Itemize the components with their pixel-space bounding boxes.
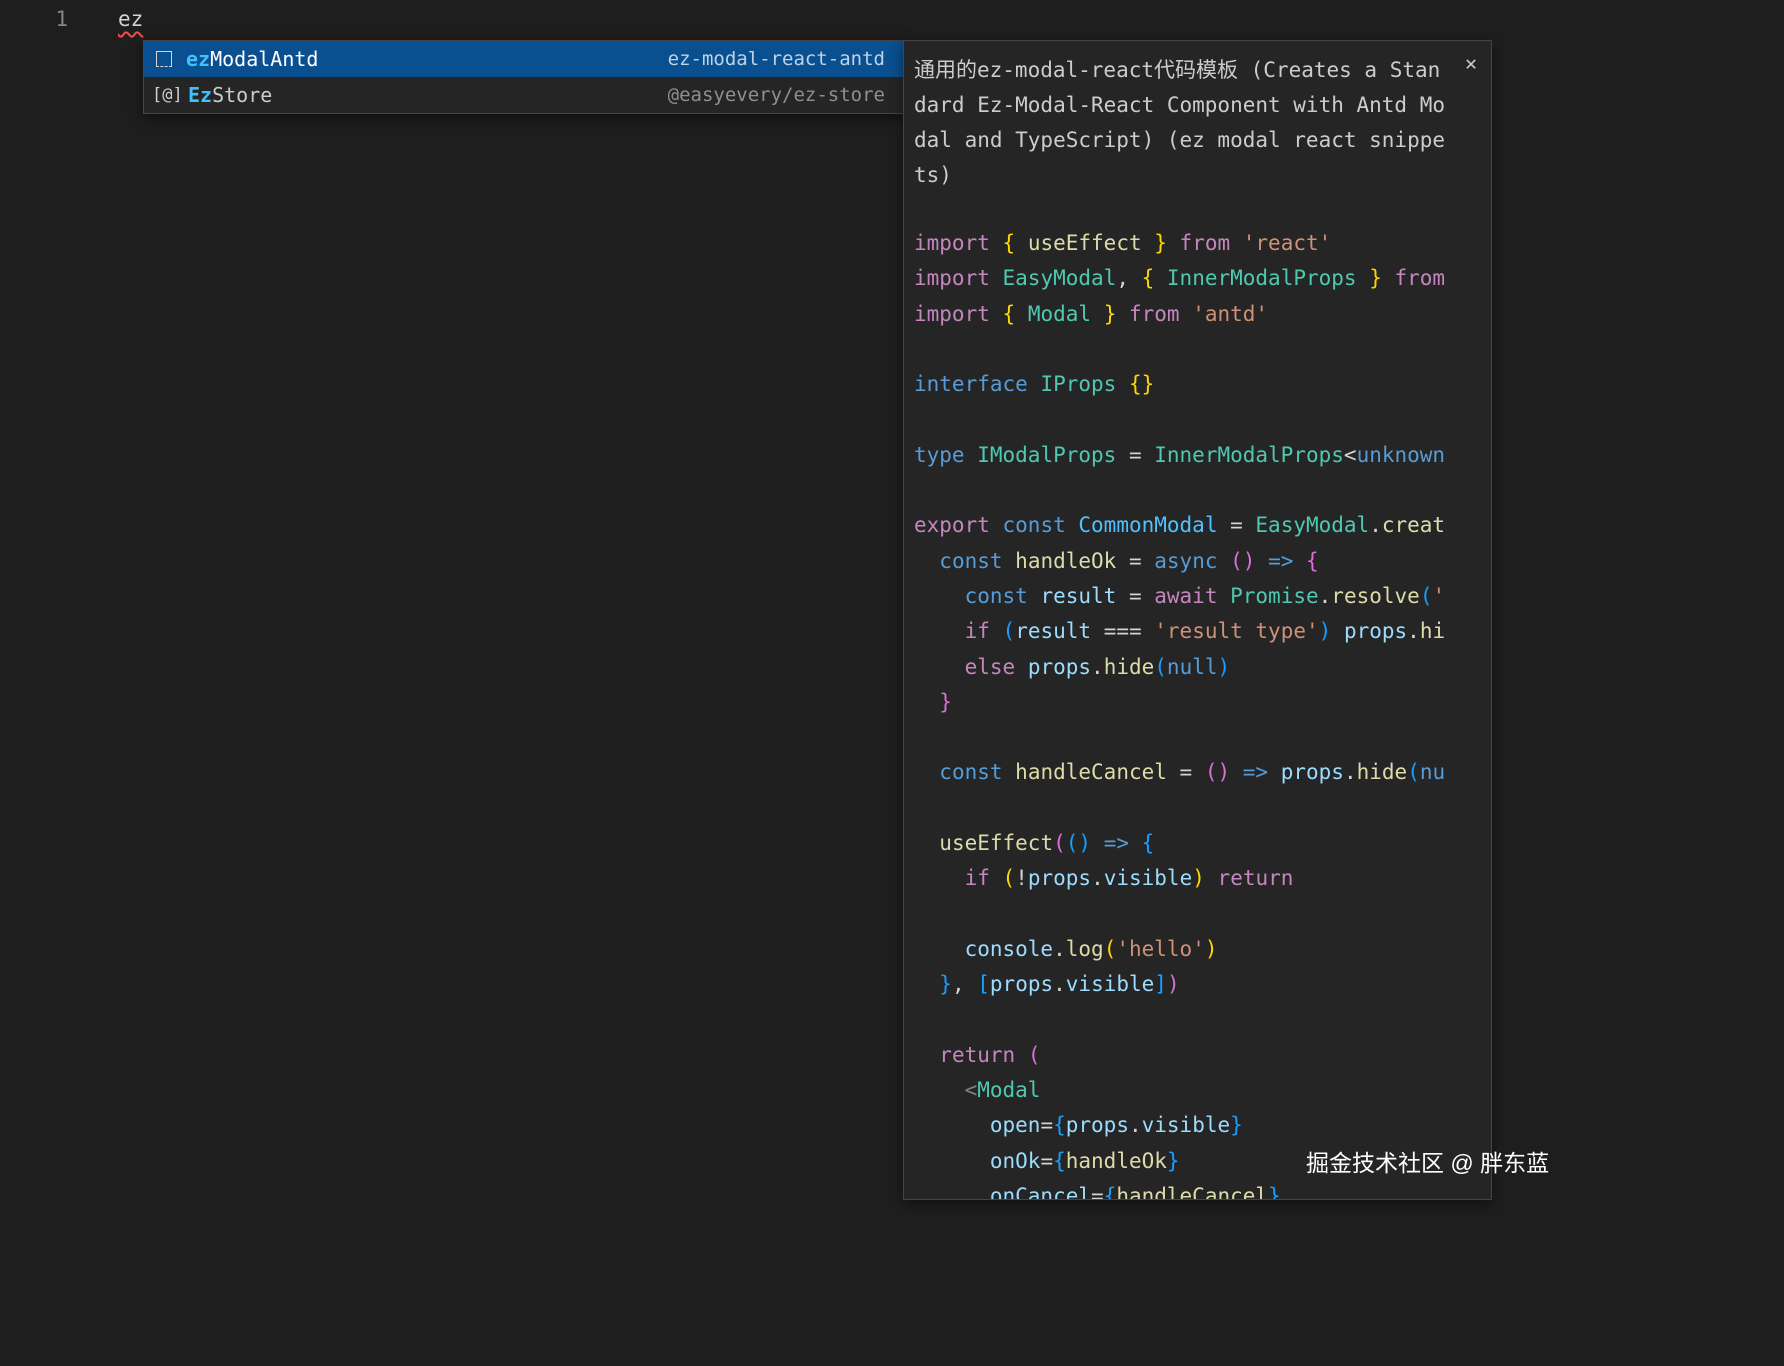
code-line: [914, 720, 1481, 755]
suggestion-label: ezModalAntd: [186, 47, 318, 71]
code-line: if (!props.visible) return: [914, 861, 1481, 896]
code-line: export const CommonModal = EasyModal.cre…: [914, 508, 1481, 543]
code-line: [914, 473, 1481, 508]
code-line: console.log('hello'): [914, 932, 1481, 967]
code-line: else props.hide(null): [914, 650, 1481, 685]
close-icon[interactable]: ✕: [1465, 51, 1477, 75]
code-line: interface IProps {}: [914, 367, 1481, 402]
suggestion-detail: @easyevery/ez-store: [668, 84, 885, 106]
suggestion-item-ezmodalantd[interactable]: ezModalAntd ez-modal-react-antd: [144, 41, 903, 77]
match-text: Ez: [188, 83, 212, 107]
code-line: useEffect(() => {: [914, 826, 1481, 861]
code-line: import EasyModal, { InnerModalProps } fr…: [914, 261, 1481, 296]
suggestion-item-ezstore[interactable]: [@] EzStore @easyevery/ez-store: [144, 77, 903, 113]
code-line: const result = await Promise.resolve(': [914, 579, 1481, 614]
typed-text[interactable]: ez: [118, 7, 143, 31]
code-line: import { Modal } from 'antd': [914, 297, 1481, 332]
code-line: return (: [914, 1038, 1481, 1073]
code-line: onCancel={handleCancel}: [914, 1179, 1481, 1200]
suggestion-detail: ez-modal-react-antd: [668, 48, 885, 70]
code-line: [914, 791, 1481, 826]
code-line: open={props.visible}: [914, 1108, 1481, 1143]
line-number: 1: [40, 7, 68, 31]
suggest-details-panel: ✕ 通用的ez-modal-react代码模板 (Creates a Stand…: [903, 40, 1492, 1200]
code-line: }: [914, 685, 1481, 720]
module-icon: [@]: [152, 85, 178, 105]
label-rest: Store: [212, 83, 272, 107]
label-rest: ModalAntd: [210, 47, 318, 71]
code-line: <Modal: [914, 1073, 1481, 1108]
code-line: const handleOk = async () => {: [914, 544, 1481, 579]
code-line: [914, 332, 1481, 367]
watermark: 掘金技术社区 @ 胖东蓝: [1306, 1144, 1549, 1178]
snippet-preview-code: import { useEffect } from 'react'import …: [914, 226, 1481, 1200]
code-line: type IModalProps = InnerModalProps<unkno…: [914, 438, 1481, 473]
snippet-icon: [156, 51, 172, 67]
snippet-description: 通用的ez-modal-react代码模板 (Creates a Standar…: [914, 53, 1481, 193]
code-line: const handleCancel = () => props.hide(nu: [914, 755, 1481, 790]
code-line: [914, 402, 1481, 437]
code-line: }, [props.visible]): [914, 967, 1481, 1002]
code-line: [914, 1003, 1481, 1038]
code-editor[interactable]: 1 ez ezModalAntd ez-modal-react-antd [@]…: [0, 0, 1784, 1366]
code-line: import { useEffect } from 'react': [914, 226, 1481, 261]
code-line: if (result === 'result type') props.hi: [914, 614, 1481, 649]
suggestion-label: EzStore: [188, 83, 272, 107]
code-line: [914, 897, 1481, 932]
match-text: ez: [186, 47, 210, 71]
suggest-widget: ezModalAntd ez-modal-react-antd [@] EzSt…: [143, 40, 904, 114]
